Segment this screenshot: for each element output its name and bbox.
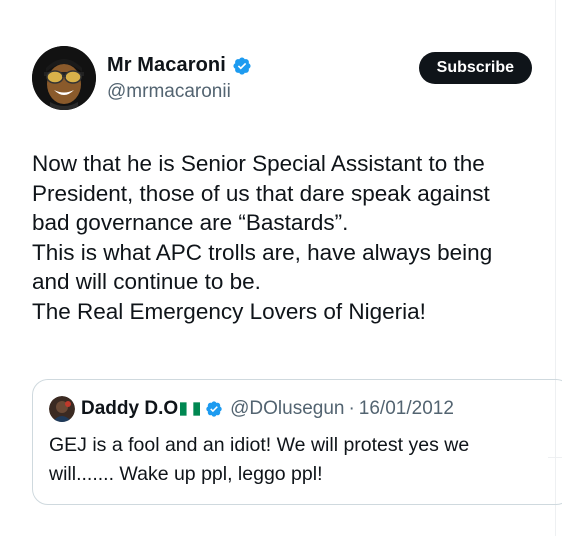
quoted-tweet-date[interactable]: 16/01/2012 — [359, 398, 454, 420]
quoted-tweet-header: Daddy D.O @DOlusegun · 16/01/2012 — [49, 396, 454, 422]
author-display-name[interactable]: Mr Macaroni — [107, 54, 226, 77]
author-handle[interactable]: @mrmacaronii — [107, 81, 252, 103]
author-avatar[interactable] — [32, 46, 96, 110]
quoted-author-name[interactable]: Daddy D.O — [81, 398, 178, 420]
tweet-text: Now that he is Senior Special Assistant … — [32, 149, 542, 327]
verified-badge-icon — [233, 56, 251, 75]
quoted-tweet[interactable]: Daddy D.O @DOlusegun · 16/01/2012 GEJ is… — [32, 379, 562, 505]
avatar-icon — [49, 396, 75, 422]
verified-badge-icon — [206, 401, 222, 417]
tweet-text-line: President, those of us that dare speak a… — [32, 180, 490, 206]
author-names: Mr Macaroni @mrmacaronii — [107, 54, 252, 103]
tweet-card: Mr Macaroni @mrmacaronii Subscribe Now t… — [0, 0, 562, 536]
tweet-text-line: This is what APC trolls are, have always… — [32, 239, 493, 265]
nigeria-flag-icon — [180, 402, 201, 416]
quoted-author-avatar[interactable] — [49, 396, 75, 422]
subscribe-button[interactable]: Subscribe — [418, 52, 532, 84]
tweet-text-line: and will continue to be. — [32, 269, 261, 295]
divider — [548, 457, 562, 458]
tweet-header: Mr Macaroni @mrmacaronii Subscribe — [32, 46, 532, 114]
separator-dot: · — [348, 398, 355, 419]
quoted-text-line: GEJ is a fool and an idiot! We will prot… — [49, 434, 470, 456]
quoted-author-handle[interactable]: @DOlusegun — [230, 398, 344, 420]
quoted-tweet-text: GEJ is a fool and an idiot! We will prot… — [49, 431, 529, 489]
tweet-text-line: Now that he is Senior Special Assistant … — [32, 151, 485, 176]
quoted-text-line: will....... Wake up ppl, leggo ppl! — [49, 463, 323, 485]
tweet-text-line: The Real Emergency Lovers of Nigeria! — [32, 298, 426, 324]
tweet-text-line: bad governance are “Bastards”. — [32, 210, 349, 236]
avatar-sunglasses-icon — [32, 46, 96, 110]
